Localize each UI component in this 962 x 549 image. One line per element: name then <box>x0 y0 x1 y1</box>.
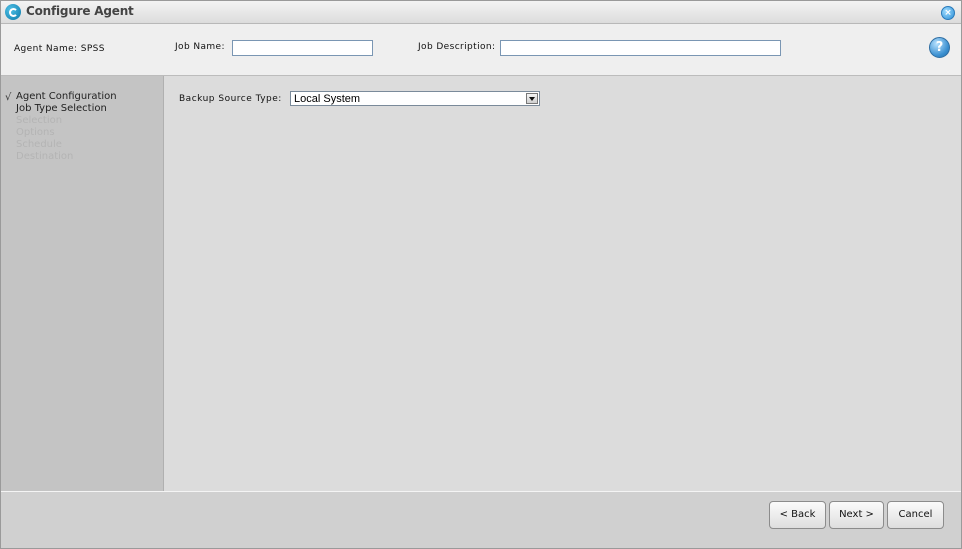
window-title: Configure Agent <box>26 4 134 18</box>
title-bar: Configure Agent × <box>1 1 961 24</box>
step-agent-configuration[interactable]: Agent Configuration <box>16 91 117 102</box>
backup-source-type-value: Local System <box>294 93 361 105</box>
step-selection: Selection <box>16 115 63 126</box>
wizard-footer: < Back Next > Cancel <box>1 491 961 548</box>
back-button[interactable]: < Back <box>769 501 826 529</box>
step-schedule: Schedule <box>16 139 62 150</box>
backup-source-type-label: Backup Source Type: <box>179 94 282 104</box>
cancel-button[interactable]: Cancel <box>887 501 944 529</box>
agent-name-label: Agent Name: SPSS <box>14 44 105 54</box>
job-name-label: Job Name: <box>175 42 225 52</box>
backup-source-type-select[interactable]: Local System <box>290 91 540 106</box>
step-job-type-selection[interactable]: Job Type Selection <box>16 103 107 114</box>
check-mark-icon: √ <box>5 92 12 103</box>
close-icon[interactable]: × <box>941 6 955 20</box>
job-name-input[interactable] <box>232 40 373 56</box>
main-content-panel: Backup Source Type: Local System <box>164 76 961 491</box>
help-icon[interactable]: ? <box>929 37 950 58</box>
step-options: Options <box>16 127 55 138</box>
next-button[interactable]: Next > <box>829 501 884 529</box>
chevron-down-icon[interactable] <box>526 93 538 104</box>
job-description-input[interactable] <box>500 40 781 56</box>
job-description-label: Job Description: <box>418 42 496 52</box>
step-destination: Destination <box>16 151 74 162</box>
job-header: Agent Name: SPSS Job Name: Job Descripti… <box>1 24 961 76</box>
configure-agent-window: Configure Agent × Agent Name: SPSS Job N… <box>0 0 962 549</box>
app-logo-icon <box>5 4 21 20</box>
